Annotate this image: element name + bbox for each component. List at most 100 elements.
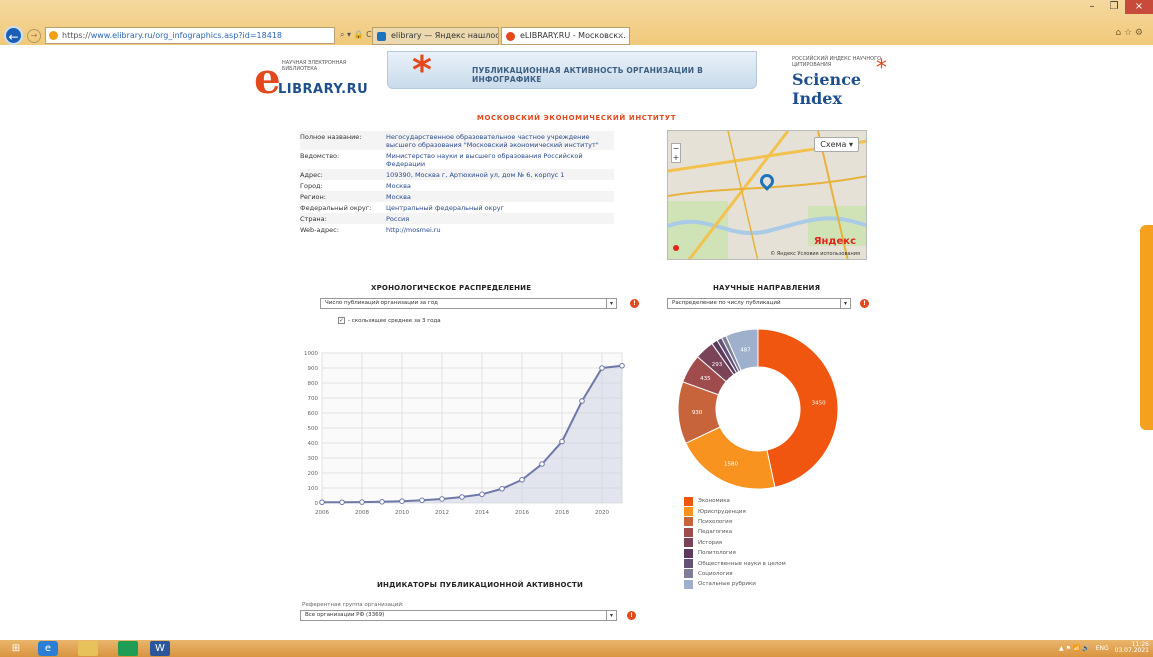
chronology-select[interactable]: Число публикаций организации за год ▾	[320, 298, 617, 309]
x-tick-label: 2008	[355, 510, 369, 516]
location-map[interactable]: − + Схема ▾ Яндекс © Яндекс Условия испо…	[667, 130, 867, 260]
legend-swatch	[684, 507, 693, 517]
legend-swatch	[684, 538, 693, 548]
reference-group-select[interactable]: Все организации РФ (3369) ▾	[300, 610, 617, 621]
legend-item[interactable]: Политология	[684, 548, 786, 558]
chevron-down-icon: ▾	[606, 299, 616, 308]
info-row: Регион: Москва	[300, 191, 614, 202]
info-value: Негосударственное образовательное частно…	[386, 132, 599, 149]
maximize-icon[interactable]: ❐	[1103, 0, 1125, 14]
feedback-side-tab[interactable]	[1140, 225, 1153, 430]
browser-chrome: – ❐ × ← → https://www.elibrary.ru/org_in…	[0, 0, 1153, 45]
info-row: Федеральный округ: Центральный федеральны…	[300, 202, 614, 213]
slice-label: 293	[712, 362, 723, 368]
y-tick-label: 200	[308, 471, 319, 477]
legend-item[interactable]: Остальные рубрики	[684, 579, 786, 589]
tab-close-icon[interactable]: ×	[617, 28, 624, 44]
info-value: Москва	[386, 181, 411, 190]
science-index-logo[interactable]: РОССИЙСКИЙ ИНДЕКС НАУЧНОГО ЦИТИРОВАНИЯ S…	[792, 56, 902, 108]
x-tick-label: 2016	[515, 510, 529, 516]
y-tick-label: 800	[308, 381, 319, 387]
tray-icons[interactable]: ▲ ⚑ 📶 🔊	[1059, 645, 1090, 652]
data-point	[399, 498, 405, 504]
info-icon[interactable]: !	[860, 299, 869, 308]
data-point	[419, 497, 425, 504]
y-tick-label: 100	[308, 486, 319, 492]
legend-item[interactable]: Общественные науки в целом	[684, 558, 786, 569]
legend-item[interactable]: Социология	[684, 569, 786, 579]
y-tick-label: 300	[308, 456, 319, 462]
asterisk-icon: *	[412, 48, 432, 92]
legend-item[interactable]: Педагогика	[684, 527, 786, 537]
map-zoom-control[interactable]: − +	[671, 143, 681, 163]
close-icon[interactable]: ×	[1125, 0, 1153, 14]
info-icon[interactable]: !	[630, 299, 639, 308]
zoom-out-button[interactable]: −	[672, 144, 680, 153]
legend-label: История	[698, 539, 723, 546]
tab-elibrary[interactable]: eLIBRARY.RU - Московск... ×	[501, 27, 630, 45]
word-icon[interactable]: W	[150, 641, 170, 656]
info-key: Ведомство:	[300, 151, 340, 160]
info-key: Web-адрес:	[300, 225, 339, 234]
science-directions-select[interactable]: Распределение по числу публикаций ▾	[667, 298, 851, 309]
elibrary-logo[interactable]: e НАУЧНАЯ ЭЛЕКТРОННАЯ БИБЛИОТЕКА LIBRARY…	[254, 54, 374, 103]
page-content: e НАУЧНАЯ ЭЛЕКТРОННАЯ БИБЛИОТЕКА LIBRARY…	[0, 45, 1153, 640]
system-tray: ▲ ⚑ 📶 🔊 ENG 11:26 03.07.2021	[1059, 642, 1149, 654]
slice-label: 1580	[724, 462, 738, 468]
science-directions-donut-chart: 3450 1580 930 435 293 487	[677, 328, 839, 490]
legend-item[interactable]: История	[684, 538, 786, 548]
x-tick-label: 2010	[395, 510, 409, 516]
legend-swatch	[684, 559, 693, 569]
legend-item[interactable]: Психология	[684, 517, 786, 527]
legend-swatch	[684, 579, 693, 589]
internet-explorer-icon[interactable]: e	[38, 641, 58, 656]
legend-item[interactable]: Юриспруденция	[684, 506, 786, 517]
x-tick-label: 2014	[475, 510, 489, 516]
map-terms-link[interactable]: © Яндекс Условия использования	[770, 251, 860, 257]
legend-label: Экономика	[698, 498, 730, 505]
tab-yandex[interactable]: elibrary — Яндекс нашлось 1...	[372, 27, 499, 45]
windows-start-icon[interactable]: ⊞	[6, 641, 26, 656]
data-point	[559, 438, 565, 445]
data-point	[459, 494, 465, 500]
data-point	[319, 499, 325, 506]
language-indicator[interactable]: ENG	[1096, 645, 1109, 652]
moving-average-checkbox[interactable]: ✓ - скользящее среднее за 3 года	[338, 317, 441, 324]
y-tick-label: 900	[308, 366, 319, 372]
clock[interactable]: 11:26 03.07.2021	[1115, 642, 1149, 654]
map-type-dropdown[interactable]: Схема ▾	[814, 137, 859, 152]
info-value: Москва	[386, 192, 411, 201]
reference-group-label: Референтная группа организаций:	[302, 602, 404, 608]
info-key: Федеральный округ:	[300, 203, 372, 212]
store-icon[interactable]	[118, 641, 138, 656]
data-point	[599, 365, 605, 371]
checkbox-box[interactable]: ✓	[338, 317, 345, 324]
legend-item[interactable]: Экономика	[684, 496, 786, 506]
x-tick-label: 2006	[315, 510, 329, 516]
info-value[interactable]: http://mosmei.ru	[386, 226, 614, 234]
info-value: Министерство науки и высшего образования…	[386, 151, 583, 168]
chronology-select-value: Число публикаций организации за год	[325, 300, 438, 306]
indicators-title: ИНДИКАТОРЫ ПУБЛИКАЦИОННОЙ АКТИВНОСТИ	[377, 581, 584, 589]
map-road	[727, 131, 759, 259]
forward-arrow-icon[interactable]: →	[27, 28, 41, 43]
back-arrow-icon[interactable]: ←	[4, 26, 23, 45]
logo-subtitle: НАУЧНАЯ ЭЛЕКТРОННАЯ БИБЛИОТЕКА	[282, 60, 347, 72]
logo-letter: e	[254, 54, 281, 103]
yandex-brand-text: Яндекс	[813, 236, 856, 247]
info-row: Страна: Россия	[300, 213, 614, 224]
geolocation-icon[interactable]	[673, 245, 679, 251]
zoom-in-button[interactable]: +	[672, 153, 680, 162]
chevron-down-icon: ▾	[840, 299, 850, 308]
y-tick-label: 600	[308, 411, 319, 417]
info-icon[interactable]: !	[627, 611, 636, 620]
info-row: Город: Москва	[300, 180, 614, 191]
address-bar[interactable]: https://www.elibrary.ru/org_infographics…	[45, 27, 335, 44]
address-tools[interactable]: ⌕ ▾ 🔒 C	[340, 30, 372, 40]
legend-label: Общественные науки в целом	[698, 560, 786, 567]
minimize-icon[interactable]: –	[1081, 0, 1103, 14]
legend-label: Социология	[698, 570, 733, 577]
browser-toolbar-icons[interactable]: ⌂ ☆ ⚙	[1115, 28, 1143, 38]
legend-swatch	[684, 527, 693, 537]
file-explorer-icon[interactable]	[78, 641, 98, 656]
